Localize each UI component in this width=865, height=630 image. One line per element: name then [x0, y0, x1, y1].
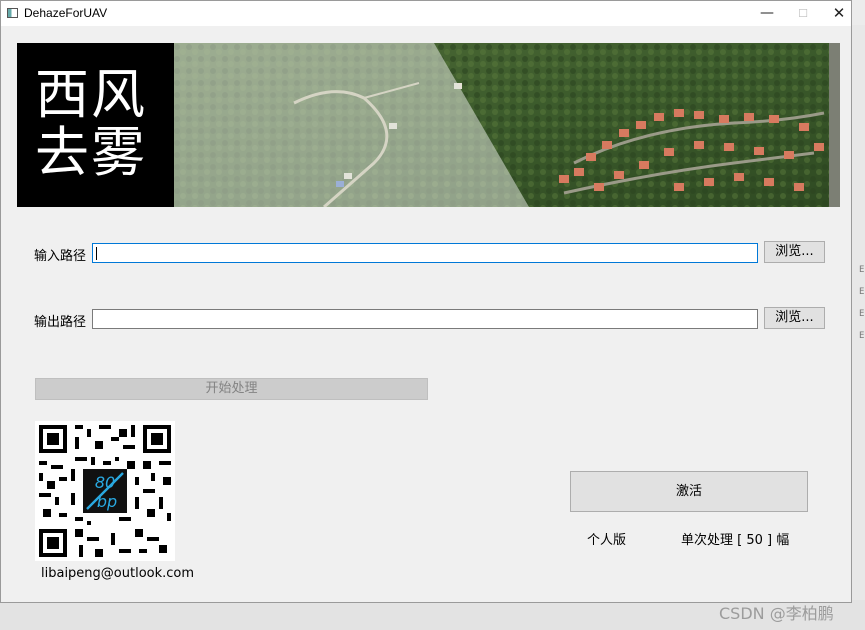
logo-text-line2: 去雾	[35, 121, 147, 184]
browse-output-button[interactable]: 浏览...	[764, 307, 825, 329]
quota-label: 单次处理 [ 50 ] 幅	[681, 533, 790, 548]
text-caret	[96, 247, 97, 260]
logo-text-line1: 西风	[35, 63, 147, 126]
banner: 西风 去雾	[17, 43, 840, 207]
browse-input-button[interactable]: 浏览...	[764, 241, 825, 263]
qr-center-label-top: 80	[95, 473, 115, 492]
logo-block: 西风 去雾	[17, 43, 174, 207]
input-path-label: 输入路径	[34, 249, 87, 264]
qr-code: 80 bp	[35, 421, 175, 561]
app-icon	[7, 8, 18, 18]
qr-center-label-bottom: bp	[97, 492, 117, 511]
minimize-button[interactable]: —	[749, 1, 785, 26]
edition-label: 个人版	[587, 533, 627, 548]
output-path-label: 输出路径	[34, 315, 87, 330]
watermark: CSDN @李柏鹏	[719, 604, 834, 623]
input-path-field[interactable]	[92, 243, 758, 263]
title-bar[interactable]: DehazeForUAV — ☐ ✕	[1, 1, 851, 26]
output-path-field[interactable]	[92, 309, 758, 329]
close-button[interactable]: ✕	[821, 1, 857, 26]
activate-button[interactable]: 激活	[570, 471, 808, 512]
window-title: DehazeForUAV	[24, 6, 108, 20]
maximize-button[interactable]: ☐	[785, 1, 821, 26]
app-window: DehazeForUAV — ☐ ✕ 西风 去雾 输入路径 浏览... 输出路径…	[0, 0, 852, 603]
contact-email: libaipeng@outlook.com	[41, 566, 195, 581]
start-processing-button[interactable]: 开始处理	[35, 378, 428, 400]
aerial-image	[174, 43, 840, 207]
